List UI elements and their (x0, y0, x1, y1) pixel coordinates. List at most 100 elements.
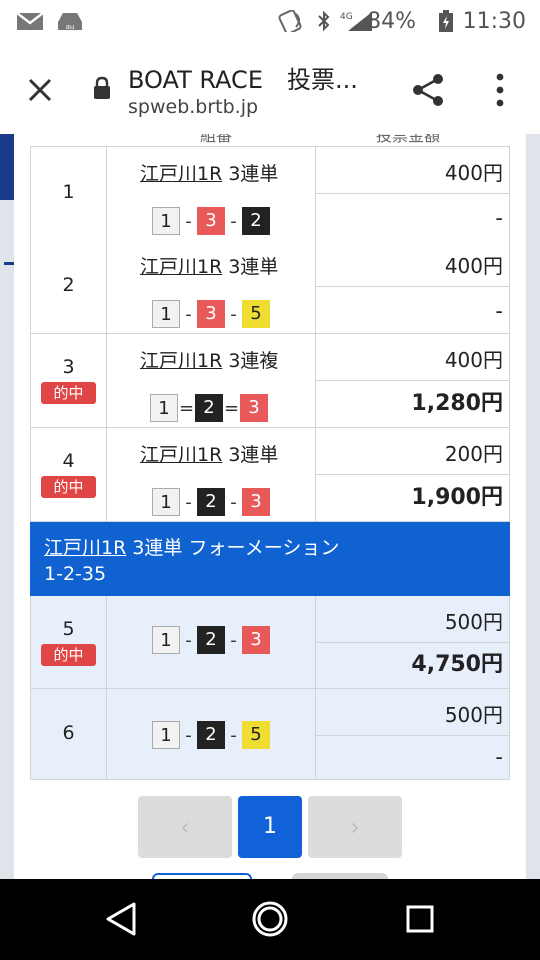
race-label: 江戸川1R 3連単 (140, 252, 278, 279)
race-label: 江戸川1R 3連複 (140, 346, 278, 373)
combination: 1-2-5 (152, 721, 270, 751)
header-amount: 投票金額 (376, 134, 441, 145)
bet-type: 3連単 (228, 256, 279, 278)
combination: 1-3-2 (152, 207, 270, 237)
boat-3: 3 (242, 626, 270, 654)
payout: - (495, 745, 503, 769)
boat-2: 2 (195, 394, 223, 422)
gmail-icon (16, 12, 44, 30)
battery-percent: 84% (367, 9, 416, 34)
boat-5: 5 (242, 300, 270, 328)
race-link[interactable]: 江戸川1R (44, 537, 126, 559)
page-backdrop (0, 134, 14, 879)
page-backdrop (526, 134, 540, 879)
bet-type: 3連単 (228, 163, 279, 185)
chevron-left-icon: ‹ (180, 813, 190, 841)
chevron-right-icon: › (350, 813, 360, 841)
boat-3: 3 (197, 207, 225, 235)
row-number-cell: 5 的中 (30, 596, 107, 688)
share-icon[interactable] (408, 70, 448, 110)
boat-1: 1 (152, 721, 180, 749)
bet-amount: 500円 (444, 610, 503, 634)
formation-header: 江戸川1R 3連単 フォーメーション 1-2-35 (30, 522, 510, 596)
combo-cell: 1-2-3 (106, 596, 316, 688)
system-nav-bar (0, 879, 540, 960)
amount-cell: 500円 - (316, 689, 510, 779)
mail-icon (278, 10, 302, 32)
page-url[interactable]: spweb.brtb.jp (128, 96, 258, 118)
amount-cell: 400円 - (316, 240, 510, 333)
more-menu-icon[interactable] (490, 70, 510, 110)
battery-charging-icon (439, 10, 453, 32)
combo-cell: 1-2-5 (106, 689, 316, 779)
combination: 1-2-3 (152, 626, 270, 656)
payout: 1,280円 (411, 391, 503, 416)
lock-icon (94, 76, 110, 99)
payout: 4,750円 (411, 652, 503, 677)
formation-combination: 1-2-35 (44, 563, 107, 585)
row-number-cell: 2 (30, 240, 107, 333)
page-title: BOAT RACE 投票... (128, 66, 358, 94)
backdrop-accent (0, 134, 14, 200)
race-link[interactable]: 江戸川1R (140, 163, 222, 185)
boat-1: 1 (152, 207, 180, 235)
combo-cell: 江戸川1R 3連複 1 = 2 = 3 (106, 334, 316, 427)
combination: 1-2-3 (152, 488, 270, 518)
table-row: 5 的中 1-2-3 500円 4,750円 (30, 596, 510, 689)
boat-1: 1 (152, 488, 180, 516)
amount-cell: 400円 - (316, 147, 510, 240)
race-label: 江戸川1R 3連単 (140, 159, 278, 186)
amount-cell: 200円 1,900円 (316, 428, 510, 521)
page-1-button[interactable]: 1 (238, 796, 302, 858)
combination: 1-3-5 (152, 300, 270, 330)
home-icon[interactable] (251, 900, 289, 938)
boat-1: 1 (152, 300, 180, 328)
table-row: 3 的中 江戸川1R 3連複 1 = 2 = 3 400円 1,280円 (30, 334, 510, 428)
boat-2: 2 (197, 626, 225, 654)
row-number: 6 (62, 722, 75, 744)
boat-2: 2 (242, 207, 270, 235)
amount-cell: 400円 1,280円 (316, 334, 510, 427)
bet-type: 3連複 (228, 350, 279, 372)
prev-page-button[interactable]: ‹ (138, 796, 232, 858)
boat-1: 1 (152, 626, 180, 654)
back-icon[interactable] (104, 901, 138, 937)
row-number-cell: 1 (30, 147, 107, 240)
header-combo: 組番 (200, 134, 233, 145)
svg-text:4G: 4G (340, 12, 353, 22)
hit-badge: 的中 (41, 476, 96, 498)
race-link[interactable]: 江戸川1R (140, 256, 222, 278)
bluetooth-icon (318, 10, 330, 32)
payout: - (495, 206, 503, 230)
combo-cell: 江戸川1R 3連単 1-3-2 (106, 147, 316, 240)
formation-title: 江戸川1R 3連単 フォーメーション (44, 533, 339, 560)
table-row: 1 江戸川1R 3連単 1-3-2 400円 - (30, 146, 510, 241)
row-number-cell: 3 的中 (30, 334, 107, 427)
boat-3: 3 (242, 488, 270, 516)
bet-amount: 400円 (444, 348, 503, 372)
boat-3: 3 (240, 394, 268, 422)
payout: 1,900円 (411, 485, 503, 510)
backdrop-accent (4, 262, 14, 265)
row-number-cell: 6 (30, 689, 107, 779)
row-number: 5 (62, 618, 75, 640)
boat-5: 5 (242, 721, 270, 749)
bet-amount: 400円 (444, 161, 503, 185)
close-icon[interactable] (22, 72, 58, 108)
boat-1: 1 (150, 394, 178, 422)
row-number: 1 (62, 181, 75, 203)
row-number: 3 (62, 356, 75, 378)
recent-apps-icon[interactable] (406, 905, 434, 933)
race-link[interactable]: 江戸川1R (140, 444, 222, 466)
hit-badge: 的中 (41, 644, 96, 666)
combo-cell: 江戸川1R 3連単 1-3-5 (106, 240, 316, 333)
row-number: 2 (62, 274, 75, 296)
clock: 11:30 (462, 9, 526, 34)
race-link[interactable]: 江戸川1R (140, 350, 222, 372)
table-header: 組番 投票金額 (30, 134, 510, 146)
au-app-icon: au (58, 13, 82, 31)
bet-amount: 500円 (444, 703, 503, 727)
next-page-button[interactable]: › (308, 796, 402, 858)
row-number-cell: 4 的中 (30, 428, 107, 521)
payout: - (495, 299, 503, 323)
